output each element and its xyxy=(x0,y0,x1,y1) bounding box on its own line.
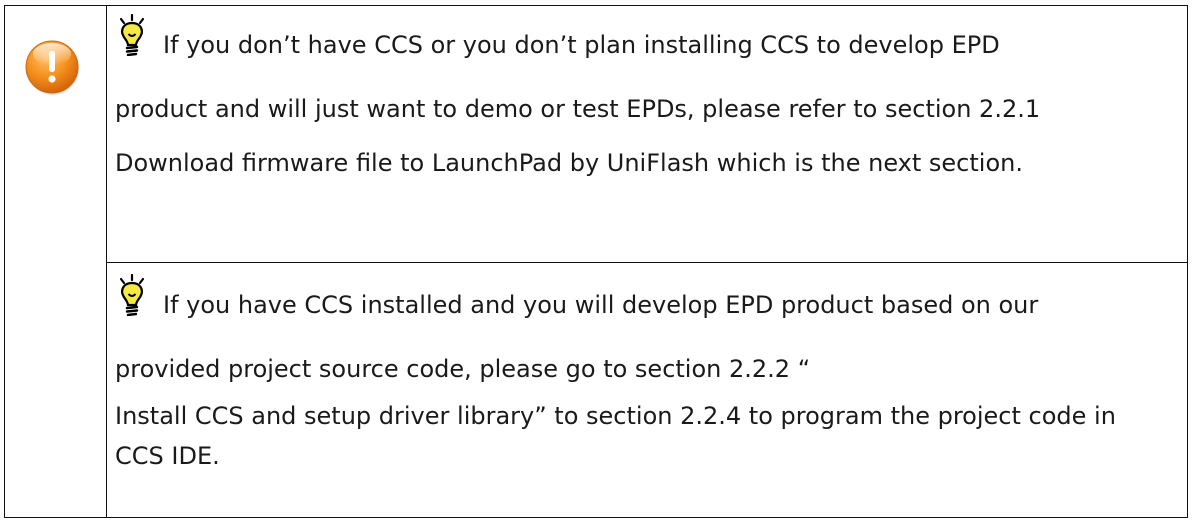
note-1-line-2: product and will just want to demo or te… xyxy=(115,95,1041,123)
row-divider xyxy=(107,262,1187,263)
note-1-line-1: If you don’t have CCS or you don’t plan … xyxy=(163,31,1000,59)
note-2-line-4: CCS IDE. xyxy=(115,442,220,470)
note-2-line-2: provided project source code, please go … xyxy=(115,355,811,383)
warning-exclamation-icon xyxy=(25,40,79,95)
note-table: If you don’t have CCS or you don’t plan … xyxy=(4,5,1188,518)
warning-column xyxy=(5,6,107,517)
note-2-line-1: If you have CCS installed and you will d… xyxy=(163,291,1039,319)
note-2-line-3: Install CCS and setup driver library” to… xyxy=(115,402,1116,430)
note-1-line-3: Download firmware file to LaunchPad by U… xyxy=(115,149,1023,177)
note-1: If you don’t have CCS or you don’t plan … xyxy=(115,29,1181,190)
note-2: If you have CCS installed and you will d… xyxy=(115,289,1181,476)
